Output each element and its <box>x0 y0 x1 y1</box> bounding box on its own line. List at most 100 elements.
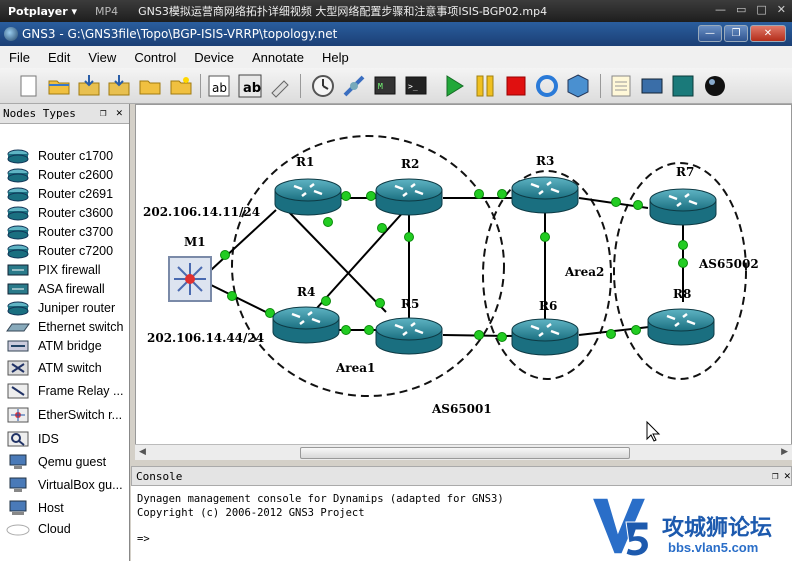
router-label-r1: R1 <box>296 155 314 169</box>
stop-all-icon[interactable] <box>503 73 529 99</box>
panel-close-icon[interactable]: ✕ <box>116 106 123 119</box>
node-type-label: ATM switch <box>38 360 102 375</box>
snapshot-icon[interactable] <box>168 73 194 99</box>
node-type-item[interactable]: EtherSwitch r... <box>0 405 130 424</box>
start-all-icon[interactable] <box>441 73 467 99</box>
node-type-item[interactable]: ATM switch <box>0 358 130 377</box>
area1-boundary <box>231 135 505 397</box>
node-type-label: Router c3600 <box>38 205 114 220</box>
node-type-item[interactable]: Ethernet switch <box>0 317 130 336</box>
potplayer-close-button[interactable]: ✕ <box>777 3 786 16</box>
router-icon <box>7 206 29 220</box>
clock-icon[interactable] <box>310 73 336 99</box>
node-type-item[interactable]: VirtualBox gu... <box>0 475 130 494</box>
node-type-item[interactable]: Router c7200 <box>0 241 130 260</box>
node-type-item[interactable]: Frame Relay ... <box>0 381 130 400</box>
computer-icon <box>9 477 27 492</box>
toolbar-separator <box>600 74 601 98</box>
screenshot-icon[interactable] <box>639 73 665 99</box>
node-type-item[interactable]: Juniper router <box>0 298 130 317</box>
folder-icon[interactable] <box>137 73 163 99</box>
node-type-item[interactable]: ATM bridge <box>0 336 130 355</box>
potplayer-mini-button[interactable]: ▭ <box>736 3 746 16</box>
scrollbar-thumb[interactable] <box>300 447 630 459</box>
potplayer-maximize-button[interactable]: □ <box>756 3 766 16</box>
node-type-item[interactable]: Router c3600 <box>0 203 130 222</box>
link-endpoint-dot <box>321 296 331 306</box>
canvas-horizontal-scrollbar[interactable]: ◀ ▶ <box>135 444 792 460</box>
router-r4[interactable] <box>272 306 340 344</box>
node-type-item[interactable]: Qemu guest <box>0 452 130 471</box>
potplayer-menu[interactable]: Potplayer ▾ <box>0 5 85 18</box>
potplayer-format-tab[interactable]: MP4 <box>85 5 128 18</box>
router-label-r8: R8 <box>673 287 691 301</box>
router-r5[interactable] <box>375 317 443 355</box>
insert-picture-icon[interactable] <box>267 73 293 99</box>
node-type-label: ATM bridge <box>38 338 102 353</box>
node-type-item[interactable]: Router c2600 <box>0 165 130 184</box>
router-icon <box>7 244 29 258</box>
annotate-icon[interactable]: ab <box>237 73 263 99</box>
virtualbox-icon[interactable] <box>565 73 591 99</box>
switch-m1[interactable] <box>168 256 212 302</box>
reload-all-icon[interactable] <box>534 73 560 99</box>
watermark: 攻城狮论坛 bbs.vlan5.com <box>590 492 792 558</box>
topology-diagram[interactable]: R1 R2 R3 R4 R5 R6 R7 R8 M1 202.106.14.11… <box>136 105 792 445</box>
console-float-icon[interactable]: ❐ <box>772 469 779 482</box>
add-link-icon[interactable] <box>341 73 367 99</box>
router-r7[interactable] <box>649 188 717 226</box>
router-r6[interactable] <box>511 318 579 356</box>
show-interface-labels-icon[interactable]: ab <box>206 73 232 99</box>
notepad-icon[interactable] <box>608 73 634 99</box>
router-r3[interactable] <box>511 176 579 214</box>
save-icon[interactable] <box>76 73 102 99</box>
node-type-item[interactable]: Router c1700 <box>0 146 130 165</box>
open-project-icon[interactable] <box>46 73 72 99</box>
console-all-icon[interactable]: M <box>372 73 398 99</box>
menu-file[interactable]: File <box>0 50 39 65</box>
router-r1[interactable] <box>274 178 342 216</box>
switch-label-m1: M1 <box>184 235 206 249</box>
node-type-item[interactable]: Host <box>0 498 130 517</box>
router-icon <box>7 149 29 163</box>
menu-edit[interactable]: Edit <box>39 50 79 65</box>
scroll-left-icon[interactable]: ◀ <box>139 447 146 457</box>
topology-canvas[interactable]: R1 R2 R3 R4 R5 R6 R7 R8 M1 202.106.14.11… <box>135 104 792 460</box>
node-type-item[interactable]: Router c3700 <box>0 222 130 241</box>
node-type-item[interactable]: IDS <box>0 429 130 448</box>
node-type-item[interactable]: Router c2691 <box>0 184 130 203</box>
node-type-label: Frame Relay ... <box>38 383 124 398</box>
save-as-icon[interactable] <box>106 73 132 99</box>
router-icon <box>7 301 29 315</box>
window-restore-button[interactable]: ❐ <box>724 25 748 42</box>
window-close-button[interactable]: ✕ <box>750 25 786 42</box>
fit-view-icon[interactable] <box>670 73 696 99</box>
node-type-item[interactable]: PIX firewall <box>0 260 130 279</box>
menu-device[interactable]: Device <box>185 50 243 65</box>
router-r8[interactable] <box>647 308 715 346</box>
globe-icon[interactable] <box>702 73 728 99</box>
router-label-r5: R5 <box>401 297 419 311</box>
menu-bar: File Edit View Control Device Annotate H… <box>0 46 792 68</box>
scroll-right-icon[interactable]: ▶ <box>781 447 788 457</box>
svg-text:>_: >_ <box>408 82 418 91</box>
terminal-icon[interactable]: >_ <box>403 73 429 99</box>
link-endpoint-dot <box>364 325 374 335</box>
switch-icon <box>6 323 30 331</box>
console-close-icon[interactable]: ✕ <box>784 469 791 482</box>
node-type-item[interactable]: ASA firewall <box>0 279 130 298</box>
menu-control[interactable]: Control <box>125 50 185 65</box>
menu-annotate[interactable]: Annotate <box>243 50 313 65</box>
node-type-item[interactable]: Cloud <box>0 519 130 538</box>
router-r2[interactable] <box>375 178 443 216</box>
menu-help[interactable]: Help <box>313 50 358 65</box>
panel-float-icon[interactable]: ❐ <box>100 106 107 119</box>
potplayer-minimize-button[interactable]: — <box>715 3 726 16</box>
link-m1-r1[interactable] <box>210 209 277 271</box>
link-endpoint-dot <box>633 200 643 210</box>
suspend-all-icon[interactable] <box>472 73 498 99</box>
window-minimize-button[interactable]: — <box>698 25 722 42</box>
new-project-icon[interactable] <box>16 73 42 99</box>
link-endpoint-dot <box>678 258 688 268</box>
menu-view[interactable]: View <box>79 50 125 65</box>
